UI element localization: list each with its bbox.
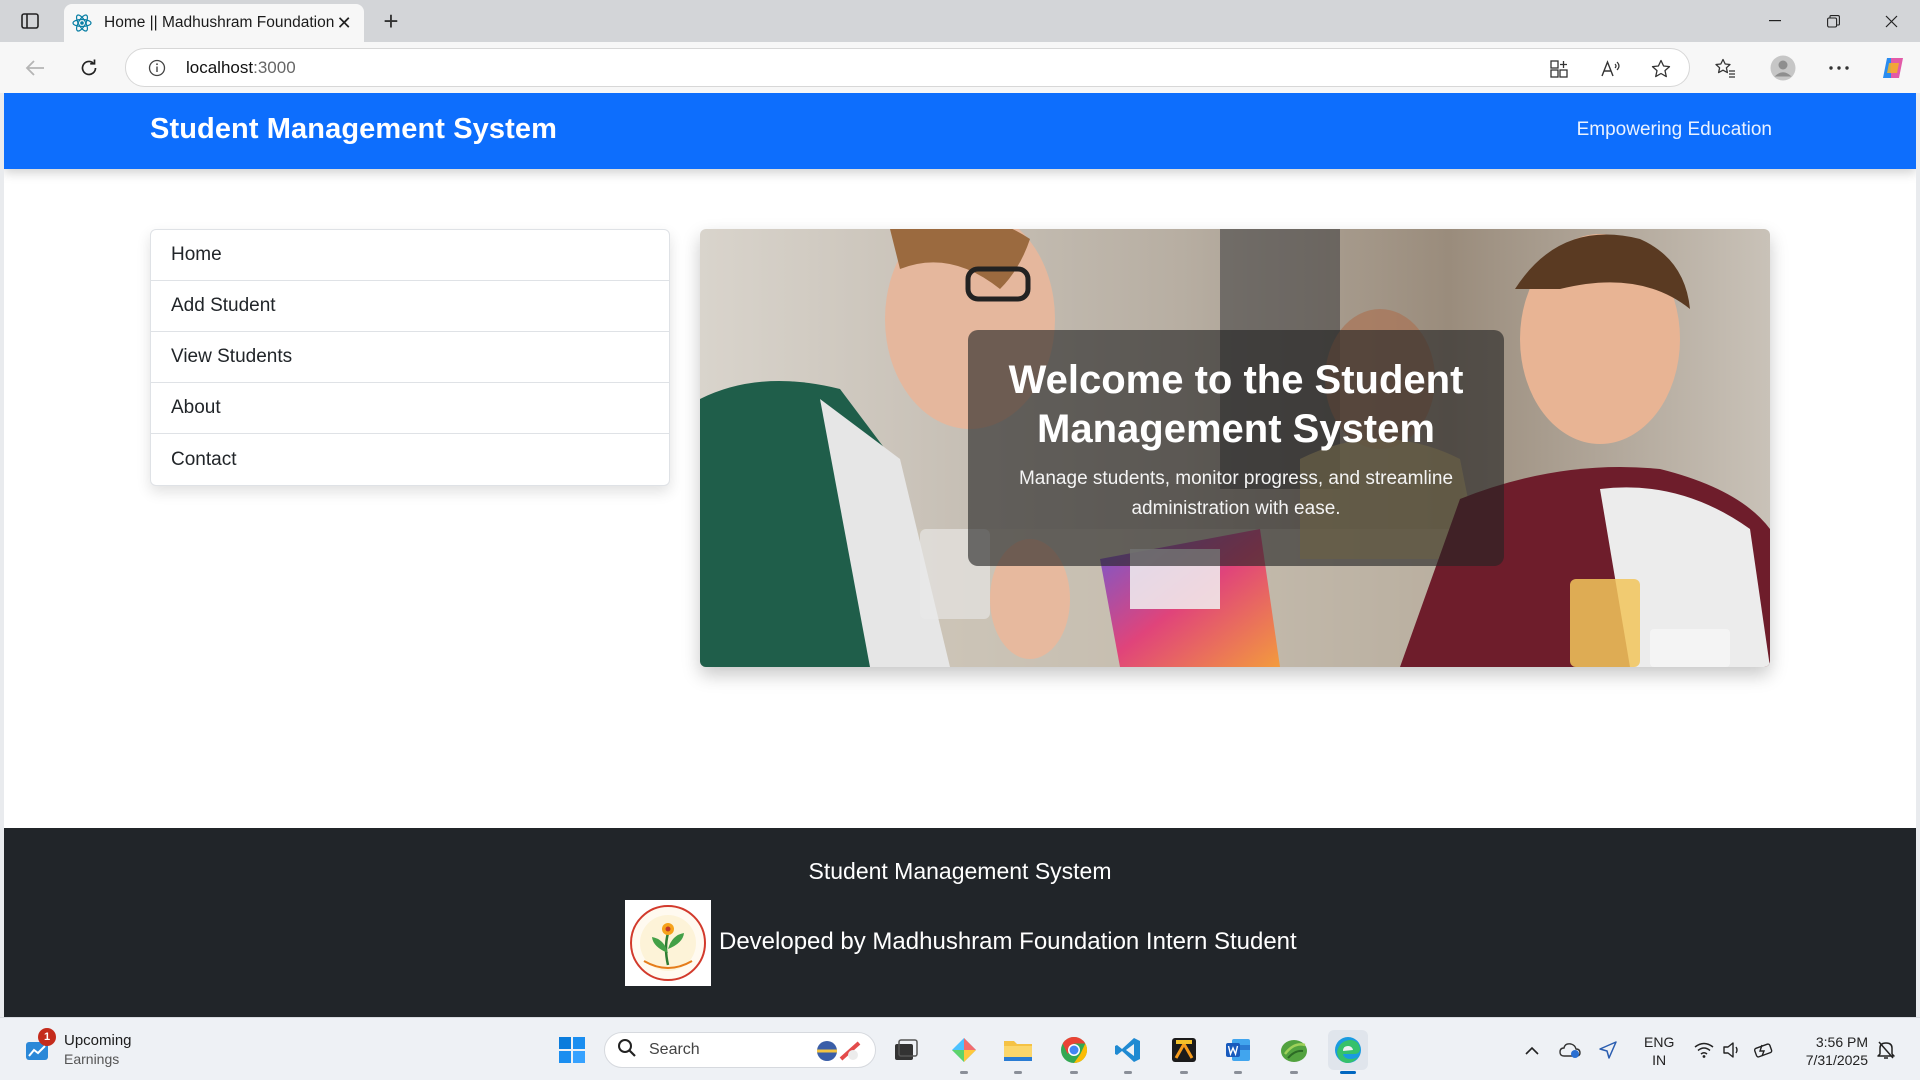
profile-avatar-icon[interactable]	[1768, 53, 1798, 83]
region-code: IN	[1652, 1052, 1667, 1068]
xampp-icon[interactable]	[1164, 1030, 1204, 1074]
navbar-brand[interactable]: Student Management System	[150, 113, 557, 146]
sidebar-item-contact[interactable]: Contact	[151, 434, 669, 485]
battery-icon[interactable]	[1752, 1038, 1776, 1062]
search-label: Search	[649, 1041, 700, 1058]
favorites-icon[interactable]	[1710, 53, 1740, 83]
windows-taskbar: 1 Upcoming Earnings Search ENG IN 3:56 P…	[0, 1017, 1920, 1080]
hero-subtitle: Manage students, monitor progress, and s…	[1018, 468, 1454, 519]
address-bar[interactable]: localhost:3000	[125, 48, 1690, 87]
stock-chart-icon: 1	[24, 1028, 56, 1064]
sidebar-item-view-students[interactable]: View Students	[151, 332, 669, 383]
widgets-button[interactable]: 1 Upcoming Earnings	[24, 1028, 132, 1072]
tab-actions-icon[interactable]	[14, 8, 46, 34]
search-icon	[617, 1038, 637, 1063]
vscode-icon[interactable]	[1108, 1030, 1148, 1074]
more-options-icon[interactable]	[1824, 53, 1854, 83]
new-tab-button[interactable]: +	[378, 8, 404, 34]
minimize-window-icon[interactable]	[1746, 0, 1804, 42]
chrome-icon[interactable]	[1054, 1030, 1094, 1074]
browser-tabstrip: Home || Madhushram Foundation ✕ +	[0, 0, 1920, 42]
back-arrow-icon[interactable]	[20, 53, 50, 83]
sidebar-item-home[interactable]: Home	[151, 230, 669, 281]
file-explorer-icon[interactable]	[998, 1030, 1038, 1074]
madhushram-foundation-logo	[625, 900, 711, 986]
running-indicator	[1070, 1071, 1078, 1074]
navbar-tagline: Empowering Education	[1576, 119, 1772, 140]
task-view-icon[interactable]	[886, 1030, 926, 1070]
favorite-star-icon[interactable]	[1648, 56, 1674, 82]
react-logo-icon	[72, 12, 92, 34]
running-indicator	[1290, 1071, 1298, 1074]
copilot-icon[interactable]	[1878, 53, 1908, 83]
footer-developed-by: Developed by Madhushram Foundation Inter…	[719, 928, 1297, 955]
widget-text: Upcoming Earnings	[64, 1032, 132, 1068]
tab-title: Home || Madhushram Foundation	[104, 14, 335, 31]
chevron-up-icon[interactable]	[1520, 1038, 1544, 1062]
url-port: :3000	[253, 58, 296, 77]
language-indicator[interactable]: ENG IN	[1644, 1033, 1674, 1069]
language-code: ENG	[1644, 1034, 1675, 1050]
url-text[interactable]: localhost:3000	[186, 58, 296, 78]
volume-icon[interactable]	[1720, 1038, 1744, 1062]
notification-bell-icon[interactable]	[1874, 1038, 1898, 1062]
sidebar-menu: Home Add Student View Students About Con…	[150, 229, 670, 486]
welcome-card: Welcome to the Student Management System…	[968, 330, 1504, 566]
sidebar-item-about[interactable]: About	[151, 383, 669, 434]
browser-tab-active[interactable]: Home || Madhushram Foundation ✕	[64, 4, 364, 42]
widget-subtitle: Earnings	[64, 1051, 120, 1067]
top-navbar: Student Management System Empowering Edu…	[4, 93, 1916, 169]
search-highlight-icon	[813, 1037, 863, 1070]
restore-window-icon[interactable]	[1804, 0, 1862, 42]
copilot-app-icon[interactable]	[944, 1030, 984, 1074]
clock-time: 3:56 PM	[1815, 1034, 1868, 1050]
running-indicator	[1124, 1071, 1132, 1074]
running-indicator	[1340, 1071, 1356, 1074]
green-app-icon[interactable]	[1274, 1030, 1314, 1074]
browser-toolbar: localhost:3000	[0, 42, 1920, 93]
sidebar-item-add-student[interactable]: Add Student	[151, 281, 669, 332]
running-indicator	[1234, 1071, 1242, 1074]
page-footer: Student Management System Developed by M…	[4, 828, 1916, 1017]
hero-banner: Welcome to the Student Management System…	[700, 229, 1770, 667]
running-indicator	[1180, 1071, 1188, 1074]
taskbar-search[interactable]: Search	[604, 1032, 876, 1068]
running-indicator	[960, 1071, 968, 1074]
close-tab-icon[interactable]: ✕	[334, 12, 354, 34]
footer-title: Student Management System	[808, 858, 1112, 884]
running-indicator	[1014, 1071, 1022, 1074]
page-viewport: Student Management System Empowering Edu…	[4, 93, 1916, 1017]
notification-badge: 1	[38, 1028, 56, 1046]
wifi-icon[interactable]	[1692, 1038, 1716, 1062]
site-info-icon[interactable]	[146, 57, 168, 79]
hero-title: Welcome to the Student Management System	[1008, 358, 1464, 451]
word-icon[interactable]	[1218, 1030, 1258, 1074]
widget-title: Upcoming	[64, 1032, 132, 1049]
close-window-icon[interactable]	[1862, 0, 1920, 42]
app-available-icon[interactable]	[1546, 56, 1572, 82]
url-host: localhost	[186, 58, 254, 77]
clock-date: 7/31/2025	[1805, 1052, 1868, 1068]
location-icon[interactable]	[1596, 1038, 1620, 1062]
start-button[interactable]	[552, 1030, 592, 1070]
read-aloud-icon[interactable]	[1598, 56, 1624, 82]
system-clock[interactable]: 3:56 PM 7/31/2025	[1790, 1033, 1868, 1069]
edge-icon[interactable]	[1328, 1030, 1368, 1074]
onedrive-sync-icon[interactable]	[1558, 1038, 1582, 1062]
refresh-icon[interactable]	[74, 53, 104, 83]
